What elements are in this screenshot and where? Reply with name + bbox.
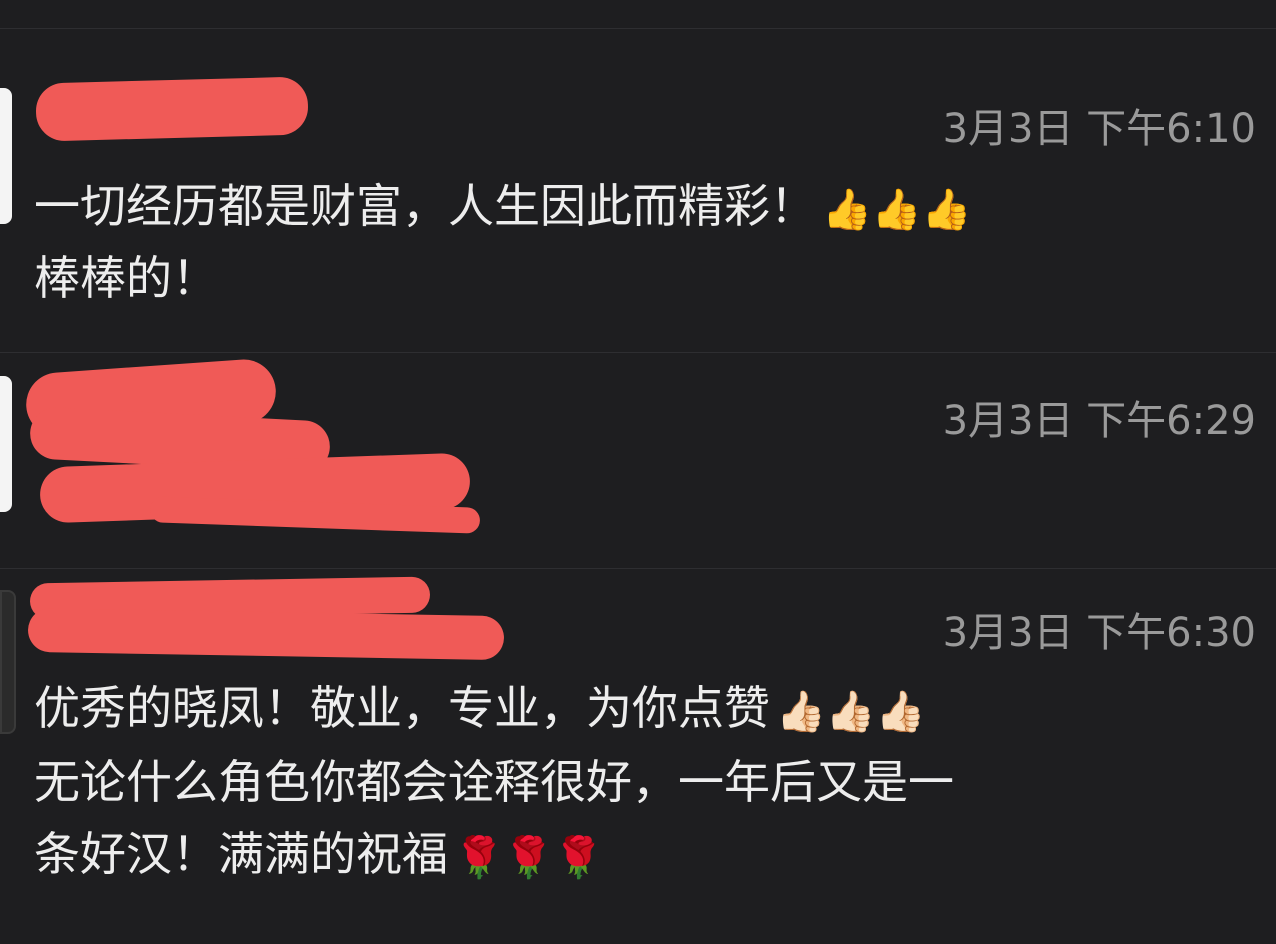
comment-text-line: 一切经历都是财富，人生因此而精彩！ bbox=[34, 179, 816, 233]
comment-text-line: 优秀的晓凤！敬业，专业，为你点赞 bbox=[34, 681, 770, 735]
comment-item: 3月3日 下午6:10 一切经历都是财富，人生因此而精彩！ 👍👍👍 棒棒的！ bbox=[0, 60, 1276, 350]
comment-text: 条好汉！满满的祝福 🌹🌹🌹 bbox=[34, 818, 1256, 894]
avatar[interactable] bbox=[0, 590, 16, 734]
thumbs-up-icon: 👍🏻👍🏻👍🏻 bbox=[776, 688, 926, 735]
comment-item: 3月3日 下午6:29 bbox=[0, 352, 1276, 568]
comment-text-line: 条好汉！满满的祝福 bbox=[34, 827, 448, 881]
comment-text-line: 无论什么角色你都会诠释很好，一年后又是一 bbox=[34, 755, 954, 809]
redacted-username bbox=[35, 76, 309, 142]
comment-text: 无论什么角色你都会诠释很好，一年后又是一 bbox=[34, 746, 1256, 818]
comment-timestamp: 3月3日 下午6:30 bbox=[942, 610, 1256, 656]
comment-text: 棒棒的！ bbox=[34, 242, 1256, 314]
divider bbox=[0, 28, 1276, 29]
comment-text-line: 棒棒的！ bbox=[34, 251, 218, 305]
comment-text: 优秀的晓凤！敬业，专业，为你点赞 👍🏻👍🏻👍🏻 bbox=[34, 672, 1256, 748]
avatar[interactable] bbox=[0, 88, 12, 224]
comment-timestamp: 3月3日 下午6:10 bbox=[942, 106, 1256, 152]
comment-item: 3月3日 下午6:30 优秀的晓凤！敬业，专业，为你点赞 👍🏻👍🏻👍🏻 无论什么角… bbox=[0, 568, 1276, 944]
comment-timestamp: 3月3日 下午6:29 bbox=[942, 398, 1256, 444]
avatar[interactable] bbox=[0, 376, 12, 512]
thumbs-up-icon: 👍👍👍 bbox=[822, 186, 972, 233]
comment-text: 一切经历都是财富，人生因此而精彩！ 👍👍👍 bbox=[34, 170, 1256, 246]
redaction-scribble bbox=[27, 607, 505, 661]
rose-icon: 🌹🌹🌹 bbox=[454, 834, 604, 881]
